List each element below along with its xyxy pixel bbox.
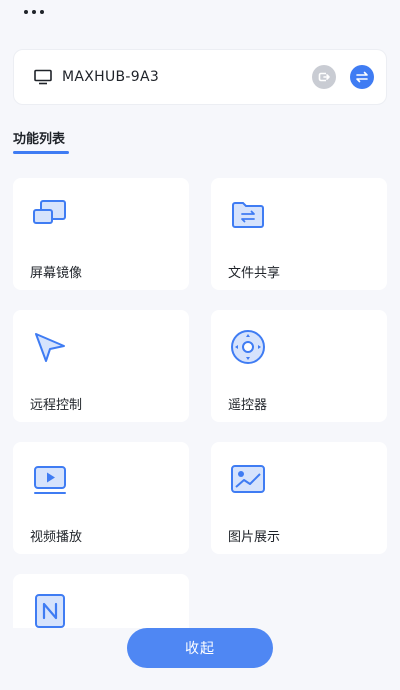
cursor-arrow-icon <box>35 333 65 362</box>
tile-label: 远程控制 <box>30 398 83 413</box>
switch-arrows-icon <box>356 71 368 83</box>
section-title: 功能列表 <box>13 132 66 147</box>
monitor-icon <box>34 69 52 85</box>
screen-mirror-icon <box>33 200 66 224</box>
remote-dpad-icon <box>231 330 265 364</box>
folder-share-icon <box>232 202 264 228</box>
tile-remote[interactable]: 遥控器 <box>211 310 387 422</box>
app-screen: MAXHUB-9A3 功能列表 屏幕镜像 文件共享 远程控制 遥控器 视频播放 … <box>0 0 400 690</box>
tile-remote-control[interactable]: 远程控制 <box>13 310 189 422</box>
tile-label: 文件共享 <box>228 266 281 281</box>
tile-label: 视频播放 <box>30 530 83 545</box>
tile-screen-mirror[interactable]: 屏幕镜像 <box>13 178 189 290</box>
tile-video-play[interactable]: 视频播放 <box>13 442 189 554</box>
tile-label: 图片展示 <box>228 530 281 545</box>
disconnect-icon <box>318 72 330 82</box>
disconnect-button[interactable] <box>312 65 336 89</box>
tile-label: 屏幕镜像 <box>30 266 83 281</box>
tile-file-share[interactable]: 文件共享 <box>211 178 387 290</box>
tile-image-display[interactable]: 图片展示 <box>211 442 387 554</box>
nfc-icon <box>35 594 65 628</box>
more-dots-icon[interactable] <box>24 10 44 14</box>
section-underline <box>13 151 69 154</box>
device-name: MAXHUB-9A3 <box>62 69 160 85</box>
tile-nfc[interactable] <box>13 574 189 628</box>
switch-device-button[interactable] <box>350 65 374 89</box>
device-card: MAXHUB-9A3 <box>13 49 387 105</box>
collapse-button[interactable]: 收起 <box>127 628 273 668</box>
image-icon <box>231 465 265 493</box>
video-play-icon <box>34 466 66 494</box>
tile-label: 遥控器 <box>228 398 268 413</box>
